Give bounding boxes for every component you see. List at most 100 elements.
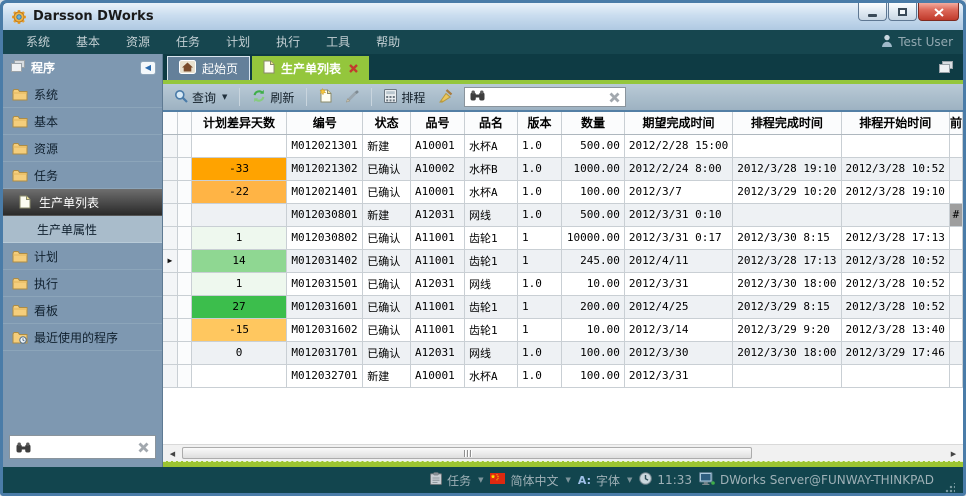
- cell-qty[interactable]: 100.00: [562, 364, 625, 387]
- cell-sched-start[interactable]: 2012/3/28 13:40: [841, 318, 949, 341]
- cell-plan-diff-days[interactable]: 27: [191, 295, 287, 318]
- cell-expected[interactable]: 2012/4/25: [624, 295, 732, 318]
- cell-plan-diff-days[interactable]: 1: [191, 226, 287, 249]
- cell-version[interactable]: 1: [518, 295, 562, 318]
- cell-item-no[interactable]: A11001: [411, 226, 465, 249]
- sidebar-item[interactable]: 最近使用的程序: [3, 324, 162, 351]
- cell-sched-start[interactable]: [841, 203, 949, 226]
- cell-sched-end[interactable]: 2012/3/28 17:13: [733, 249, 841, 272]
- cell-expected[interactable]: 2012/3/31: [624, 364, 732, 387]
- cell-sched-end[interactable]: 2012/3/29 8:15: [733, 295, 841, 318]
- cell-status[interactable]: 已确认: [363, 180, 411, 203]
- cell-sched-end[interactable]: [733, 364, 841, 387]
- cell-qty[interactable]: 500.00: [562, 203, 625, 226]
- horizontal-scrollbar[interactable]: ◀ ▶: [163, 444, 963, 461]
- cell-item-name[interactable]: 水杯A: [465, 364, 518, 387]
- cell-status[interactable]: 新建: [363, 203, 411, 226]
- cell-item-no[interactable]: A11001: [411, 318, 465, 341]
- refresh-button[interactable]: 刷新: [248, 87, 298, 108]
- menu-item-7[interactable]: 工具: [313, 30, 363, 54]
- cell-status[interactable]: 已确认: [363, 318, 411, 341]
- status-font-menu[interactable]: A: 字体 ▼: [578, 472, 633, 489]
- cell-expected[interactable]: 2012/3/7: [624, 180, 732, 203]
- cell-item-name[interactable]: 齿轮1: [465, 295, 518, 318]
- menu-item-8[interactable]: 帮助: [363, 30, 413, 54]
- cell-sched-start[interactable]: 2012/3/28 10:52: [841, 272, 949, 295]
- cell-item-name[interactable]: 水杯A: [465, 180, 518, 203]
- toolbar-search-input[interactable]: [490, 90, 604, 104]
- cell-status[interactable]: 已确认: [363, 295, 411, 318]
- cell-item-no[interactable]: A12031: [411, 272, 465, 295]
- table-row[interactable]: M012030801新建A12031网线1.0500.002012/3/31 0…: [163, 203, 963, 226]
- cell-item-no[interactable]: A11001: [411, 249, 465, 272]
- cell-plan-diff-days[interactable]: -22: [191, 180, 287, 203]
- table-row[interactable]: M012021301新建A10001水杯A1.0500.002012/2/28 …: [163, 134, 963, 157]
- cell-sched-start[interactable]: 2012/3/29 17:46: [841, 341, 949, 364]
- cell-version[interactable]: 1: [518, 226, 562, 249]
- cell-qty[interactable]: 100.00: [562, 341, 625, 364]
- table-row[interactable]: 27M012031601已确认A11001齿轮11200.002012/4/25…: [163, 295, 963, 318]
- cell-sched-start[interactable]: [841, 364, 949, 387]
- cell-item-name[interactable]: 齿轮1: [465, 318, 518, 341]
- cell-version[interactable]: 1.0: [518, 341, 562, 364]
- scroll-left-icon[interactable]: ◀: [165, 446, 180, 461]
- cell-status[interactable]: 已确认: [363, 249, 411, 272]
- cell-qty[interactable]: 100.00: [562, 180, 625, 203]
- schedule-button[interactable]: 排程: [380, 87, 429, 108]
- cell-expected[interactable]: 2012/3/31 0:10: [624, 203, 732, 226]
- cell-code[interactable]: M012031602: [287, 318, 363, 341]
- cell-expected[interactable]: 2012/2/24 8:00: [624, 157, 732, 180]
- status-task-menu[interactable]: 任务 ▼: [430, 472, 483, 489]
- cell-version[interactable]: 1: [518, 249, 562, 272]
- cell-code[interactable]: M012021302: [287, 157, 363, 180]
- cell-item-no[interactable]: A10001: [411, 180, 465, 203]
- table-row[interactable]: 0M012031701已确认A12031网线1.0100.002012/3/30…: [163, 341, 963, 364]
- cell-sched-end[interactable]: 2012/3/30 18:00: [733, 341, 841, 364]
- column-header[interactable]: 期望完成时间: [624, 112, 732, 134]
- close-button[interactable]: [918, 3, 959, 21]
- cell-plan-diff-days[interactable]: [191, 203, 287, 226]
- cell-code[interactable]: M012032701: [287, 364, 363, 387]
- cell-qty[interactable]: 1000.00: [562, 157, 625, 180]
- cell-expected[interactable]: 2012/3/31: [624, 272, 732, 295]
- cell-plan-diff-days[interactable]: -15: [191, 318, 287, 341]
- tab-close-icon[interactable]: [349, 64, 358, 73]
- cell-version[interactable]: 1.0: [518, 180, 562, 203]
- menu-item-5[interactable]: 计划: [213, 30, 263, 54]
- tab-home[interactable]: 起始页: [167, 56, 250, 80]
- cell-sched-start[interactable]: 2012/3/28 19:10: [841, 180, 949, 203]
- clear-button[interactable]: [434, 87, 457, 108]
- cell-code[interactable]: M012031701: [287, 341, 363, 364]
- table-row[interactable]: -22M012021401已确认A10001水杯A1.0100.002012/3…: [163, 180, 963, 203]
- cell-item-name[interactable]: 网线: [465, 272, 518, 295]
- cell-sched-end[interactable]: [733, 134, 841, 157]
- cell-qty[interactable]: 10000.00: [562, 226, 625, 249]
- cell-plan-diff-days[interactable]: [191, 134, 287, 157]
- cell-sched-start[interactable]: 2012/3/28 17:13: [841, 226, 949, 249]
- cell-item-name[interactable]: 齿轮1: [465, 226, 518, 249]
- cell-status[interactable]: 已确认: [363, 272, 411, 295]
- menu-item-6[interactable]: 执行: [263, 30, 313, 54]
- table-row[interactable]: -33M012021302已确认A10002水杯B1.01000.002012/…: [163, 157, 963, 180]
- cell-sched-start[interactable]: [841, 134, 949, 157]
- sidebar-item[interactable]: 基本: [3, 108, 162, 135]
- cell-item-no[interactable]: A12031: [411, 203, 465, 226]
- cell-sched-start[interactable]: 2012/3/28 10:52: [841, 157, 949, 180]
- status-language-menu[interactable]: 简体中文 ▼: [490, 472, 570, 489]
- cell-item-no[interactable]: A11001: [411, 295, 465, 318]
- cell-plan-diff-days[interactable]: 0: [191, 341, 287, 364]
- cell-status[interactable]: 已确认: [363, 226, 411, 249]
- cell-sched-start[interactable]: 2012/3/28 10:52: [841, 249, 949, 272]
- column-header[interactable]: 版本: [518, 112, 562, 134]
- cell-status[interactable]: 已确认: [363, 157, 411, 180]
- tab-list-icon[interactable]: [939, 61, 953, 73]
- cell-plan-diff-days[interactable]: 1: [191, 272, 287, 295]
- cell-qty[interactable]: 200.00: [562, 295, 625, 318]
- cell-sched-end[interactable]: 2012/3/29 9:20: [733, 318, 841, 341]
- query-button[interactable]: 查询 ▼: [170, 87, 231, 108]
- cell-expected[interactable]: 2012/3/14: [624, 318, 732, 341]
- cell-item-no[interactable]: A10002: [411, 157, 465, 180]
- edit-button[interactable]: [341, 87, 363, 108]
- menu-item-3[interactable]: 资源: [113, 30, 163, 54]
- cell-status[interactable]: 已确认: [363, 341, 411, 364]
